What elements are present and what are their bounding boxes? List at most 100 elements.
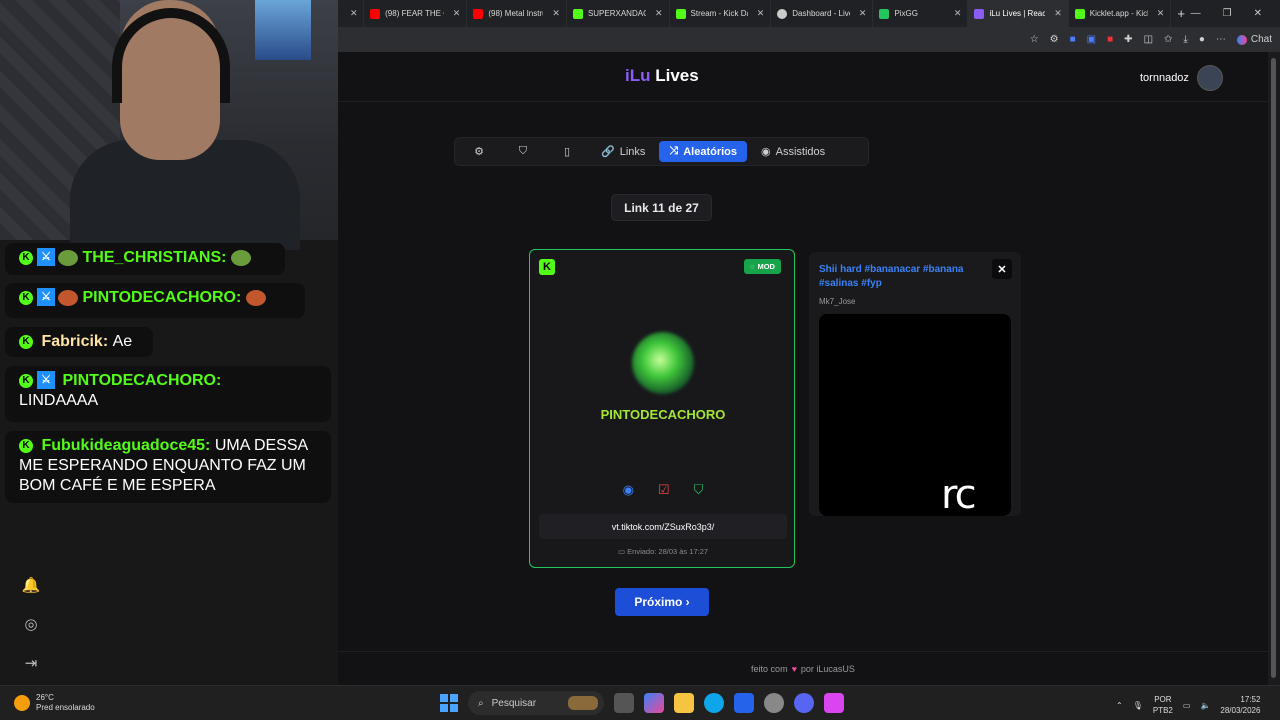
windows-start-icon[interactable] [440,694,458,712]
browser-tab[interactable]: Dashboard - Live ✕ [771,0,874,27]
tab-title: (98) FEAR THE C [385,9,444,18]
bookmark-icon: ▯ [563,146,571,158]
microphone-icon[interactable]: 🎙 [1133,701,1143,710]
eye-icon: ◉ [761,146,771,158]
maximize-icon[interactable]: ❐ [1223,8,1232,19]
tab-moderation[interactable]: ⛉ [503,141,543,162]
extension-icon[interactable]: ■ [1070,34,1076,45]
eye-icon[interactable]: ◉ [623,482,634,498]
file-explorer-icon[interactable] [674,693,694,713]
link-url[interactable]: vt.tiktok.com/ZSuxRo3p3/ [539,514,787,539]
taskbar-apps: ⌕ Pesquisar [440,691,844,715]
sent-label: Enviado: 28/03 às 17:27 [627,547,709,556]
close-icon[interactable]: ✕ [1054,8,1062,19]
pixgg-icon [879,8,890,19]
tab-label: Aleatórios [683,145,737,158]
logout-icon[interactable]: ⇥ [18,654,44,672]
minimize-icon[interactable]: — [1191,8,1201,19]
browser-tab[interactable]: SUPERXANDAO ✕ [567,0,670,27]
network-icon[interactable]: ▭ [1183,701,1191,710]
close-icon[interactable]: ✕ [350,8,358,19]
shield-icon: ⛉ [518,145,528,157]
close-icon[interactable]: ✕ [859,8,867,19]
search-label: Pesquisar [491,697,537,709]
video-player[interactable] [819,314,1011,516]
new-tab-button[interactable]: + [1171,0,1190,27]
shield-icon[interactable]: ⛉ [694,482,704,498]
browser-tab[interactable]: Stream - Kick Da ✕ [670,0,772,27]
app-icon[interactable] [764,693,784,713]
tab-title: Dashboard - Live [792,9,850,18]
profile-icon[interactable]: ● [1199,34,1205,45]
tab-links[interactable]: 🔗 Links [591,141,655,162]
close-icon[interactable]: ✕ [552,8,560,19]
task-view-icon[interactable] [614,693,634,713]
chat-message: K ⚔ PINTODECACHORO: [5,283,305,318]
emote-icon [58,249,78,266]
browser-tab-bar: ✕ (98) FEAR THE C ✕ (98) Metal Instru ✕ SU… [338,0,1280,27]
browser-tab-active[interactable]: iLu Lives | React ✕ [968,0,1069,27]
tab-label: Assistidos [775,145,826,158]
scrollbar-thumb[interactable] [1271,58,1276,678]
volume-icon[interactable]: 🔈 [1200,701,1210,710]
site-logo[interactable]: iLu Lives [625,66,699,86]
download-icon[interactable]: ⤓ [1183,34,1187,45]
tab-saved[interactable]: ▯ [547,141,587,162]
tab-close-partial[interactable]: ✕ [338,0,365,27]
search-icon: ⌕ [478,697,484,709]
extension-icon[interactable]: ⚙ [1050,34,1059,45]
split-icon[interactable]: ◫ [1144,34,1153,45]
taskbar-search[interactable]: ⌕ Pesquisar [468,691,604,715]
browser-tab[interactable]: (98) Metal Instru ✕ [467,0,567,27]
copilot-button[interactable]: Chat [1236,34,1272,45]
clock[interactable]: 17:52 28/03/2026 [1220,694,1260,716]
photos-icon[interactable] [734,693,754,713]
browser-tab[interactable]: Kicklet.app - Kick ✕ [1069,0,1172,27]
obs-icon[interactable] [824,693,844,713]
star-icon[interactable]: ☆ [1030,34,1039,45]
chat-label: Chat [1250,34,1272,45]
date: 28/03/2026 [1220,706,1261,715]
tab-assistidos[interactable]: ◉ Assistidos [751,141,835,162]
edge-icon[interactable] [704,693,724,713]
kicklet-icon [1074,8,1085,19]
chevron-up-icon[interactable]: ⌃ [1116,701,1123,710]
browser-tab[interactable]: PixGG ✕ [873,0,969,27]
video-title[interactable]: Shii hard #bananacar #banana #salinas #f… [819,263,989,291]
more-icon[interactable]: ⋯ [1216,34,1226,45]
tab-aleatorios[interactable]: ⤨ Aleatórios [659,141,747,162]
next-button[interactable]: Próximo › [615,588,709,616]
mod-sword-icon: ⚔ [37,371,55,389]
weather-widget[interactable]: 26°C Pred ensolarado [14,693,95,713]
close-window-icon[interactable]: ✕ [1254,8,1262,19]
support-icon[interactable]: ◎ [18,615,44,633]
language-indicator[interactable]: POR PTB2 [1153,694,1173,716]
copilot-icon[interactable] [644,693,664,713]
gear-icon: ⚙ [474,146,484,158]
browser-tab[interactable]: (98) FEAR THE C ✕ [364,0,468,27]
close-icon[interactable]: ✕ [453,8,461,19]
close-icon[interactable]: ✕ [1157,8,1165,19]
wall-poster [255,0,311,60]
favorites-icon[interactable]: ✩ [1164,34,1172,45]
extension-icon[interactable]: ■ [1107,34,1113,45]
checkbox-icon[interactable]: ☑ [658,482,670,498]
scrollbar[interactable] [1268,52,1280,685]
close-icon[interactable]: ✕ [757,8,765,19]
close-icon[interactable]: ✕ [954,8,962,19]
discord-icon[interactable] [794,693,814,713]
tab-settings[interactable]: ⚙ [459,141,499,162]
shuffle-icon: ⤨ [669,145,679,157]
sender-username: PINTODECACHORO [600,407,726,422]
puzzle-icon[interactable]: ✚ [1124,34,1132,45]
kick-badge-icon: K [19,290,33,305]
close-icon[interactable]: ✕ [655,8,663,19]
kick-badge-icon: K [19,334,33,349]
copilot-icon [1236,34,1247,45]
translate-icon[interactable]: ▣ [1087,34,1096,45]
notification-bell-icon[interactable]: 🔔 [18,576,44,594]
close-button[interactable]: ✕ [992,259,1012,279]
user-menu[interactable]: tornnadoz [1140,65,1223,91]
windows-taskbar: 26°C Pred ensolarado ⌕ Pesquisar ⌃ 🎙 POR PT… [0,685,1280,720]
user-avatar [632,332,694,394]
